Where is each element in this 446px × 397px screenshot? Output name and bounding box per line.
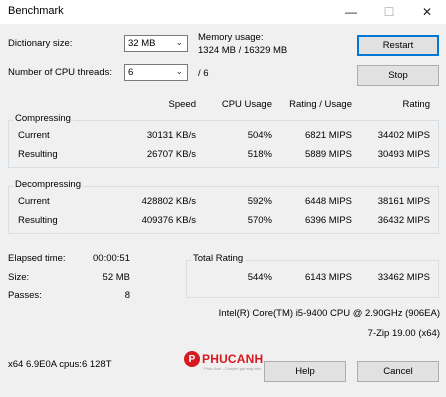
header-cpu-usage: CPU Usage — [221, 99, 272, 110]
decompress-resulting-rating: 36432 MIPS — [377, 215, 430, 226]
compress-current-cpu: 504% — [247, 130, 272, 141]
total-rating-value: 33462 MIPS — [377, 272, 430, 283]
help-button[interactable]: Help — [264, 361, 346, 382]
total-rating-usage: 6143 MIPS — [305, 272, 352, 283]
compress-current-label: Current — [18, 130, 50, 141]
cpu-threads-value: 6 — [128, 67, 134, 78]
maximize-icon: ☐ — [383, 5, 395, 19]
compressing-label: Compressing — [13, 113, 73, 124]
compress-current-rating-usage: 6821 MIPS — [305, 130, 352, 141]
title-bar: Benchmark — ☐ ✕ — [0, 0, 446, 24]
cpu-threads-max: / 6 — [198, 68, 209, 79]
chevron-down-icon: ⌄ — [175, 37, 183, 47]
compressing-group — [8, 120, 439, 168]
decompress-resulting-speed: 409376 KB/s — [141, 215, 196, 226]
total-rating-label: Total Rating — [191, 253, 246, 264]
cpu-info: Intel(R) Core(TM) i5-9400 CPU @ 2.90GHz … — [218, 308, 440, 319]
watermark-brand-name: PHUCANH — [202, 352, 264, 366]
chevron-down-icon: ⌄ — [175, 66, 183, 76]
system-info: x64 6.9E0A cpus:6 128T — [8, 359, 112, 370]
close-icon[interactable]: ✕ — [410, 0, 444, 24]
watermark-logo: P PHUCANH Phúc Anh - Chuyên gia máy tính — [184, 351, 264, 371]
decompress-resulting-rating-usage: 6396 MIPS — [305, 215, 352, 226]
decompress-current-cpu: 592% — [247, 196, 272, 207]
compress-resulting-cpu: 518% — [247, 149, 272, 160]
compress-resulting-label: Resulting — [18, 149, 58, 160]
passes-value: 8 — [124, 290, 130, 301]
dictionary-size-select[interactable]: 32 MB ⌄ — [124, 35, 188, 52]
elapsed-time-value: 00:00:51 — [93, 253, 130, 264]
size-value: 52 MB — [102, 272, 130, 283]
decompress-current-rating: 38161 MIPS — [377, 196, 430, 207]
dictionary-size-label: Dictionary size: — [8, 38, 73, 49]
compress-current-rating: 34402 MIPS — [377, 130, 430, 141]
window-title: Benchmark — [8, 5, 64, 17]
passes-label: Passes: — [8, 290, 42, 301]
size-label: Size: — [8, 272, 30, 283]
compress-resulting-speed: 26707 KB/s — [146, 149, 196, 160]
decompress-current-rating-usage: 6448 MIPS — [305, 196, 352, 207]
decompress-current-speed: 428802 KB/s — [141, 196, 196, 207]
memory-usage-label: Memory usage: — [198, 32, 264, 43]
cpu-threads-label: Number of CPU threads: — [8, 67, 113, 78]
minimize-icon[interactable]: — — [334, 0, 368, 24]
total-cpu: 544% — [247, 272, 272, 283]
restart-button[interactable]: Restart — [357, 35, 439, 56]
cancel-button[interactable]: Cancel — [357, 361, 439, 382]
memory-usage-value: 1324 MB / 16329 MB — [198, 45, 288, 56]
compress-resulting-rating-usage: 5889 MIPS — [305, 149, 352, 160]
watermark-tagline: Phúc Anh - Chuyên gia máy tính — [204, 366, 262, 371]
decompress-current-label: Current — [18, 196, 50, 207]
cpu-threads-select[interactable]: 6 ⌄ — [124, 64, 188, 81]
watermark-logo-icon: P — [184, 351, 200, 367]
compress-resulting-rating: 30493 MIPS — [377, 149, 430, 160]
decompress-resulting-label: Resulting — [18, 215, 58, 226]
header-speed: Speed — [168, 99, 196, 110]
dialog-body: Dictionary size: 32 MB ⌄ Memory usage: 1… — [0, 24, 446, 397]
dictionary-size-value: 32 MB — [128, 38, 156, 49]
compress-current-speed: 30131 KB/s — [146, 130, 196, 141]
header-rating-usage: Rating / Usage — [289, 99, 352, 110]
decompressing-label: Decompressing — [13, 179, 83, 190]
stop-button[interactable]: Stop — [357, 65, 439, 86]
decompressing-group — [8, 186, 439, 234]
header-rating: Rating — [402, 99, 430, 110]
version-info: 7-Zip 19.00 (x64) — [367, 328, 440, 339]
elapsed-time-label: Elapsed time: — [8, 253, 66, 264]
decompress-resulting-cpu: 570% — [247, 215, 272, 226]
